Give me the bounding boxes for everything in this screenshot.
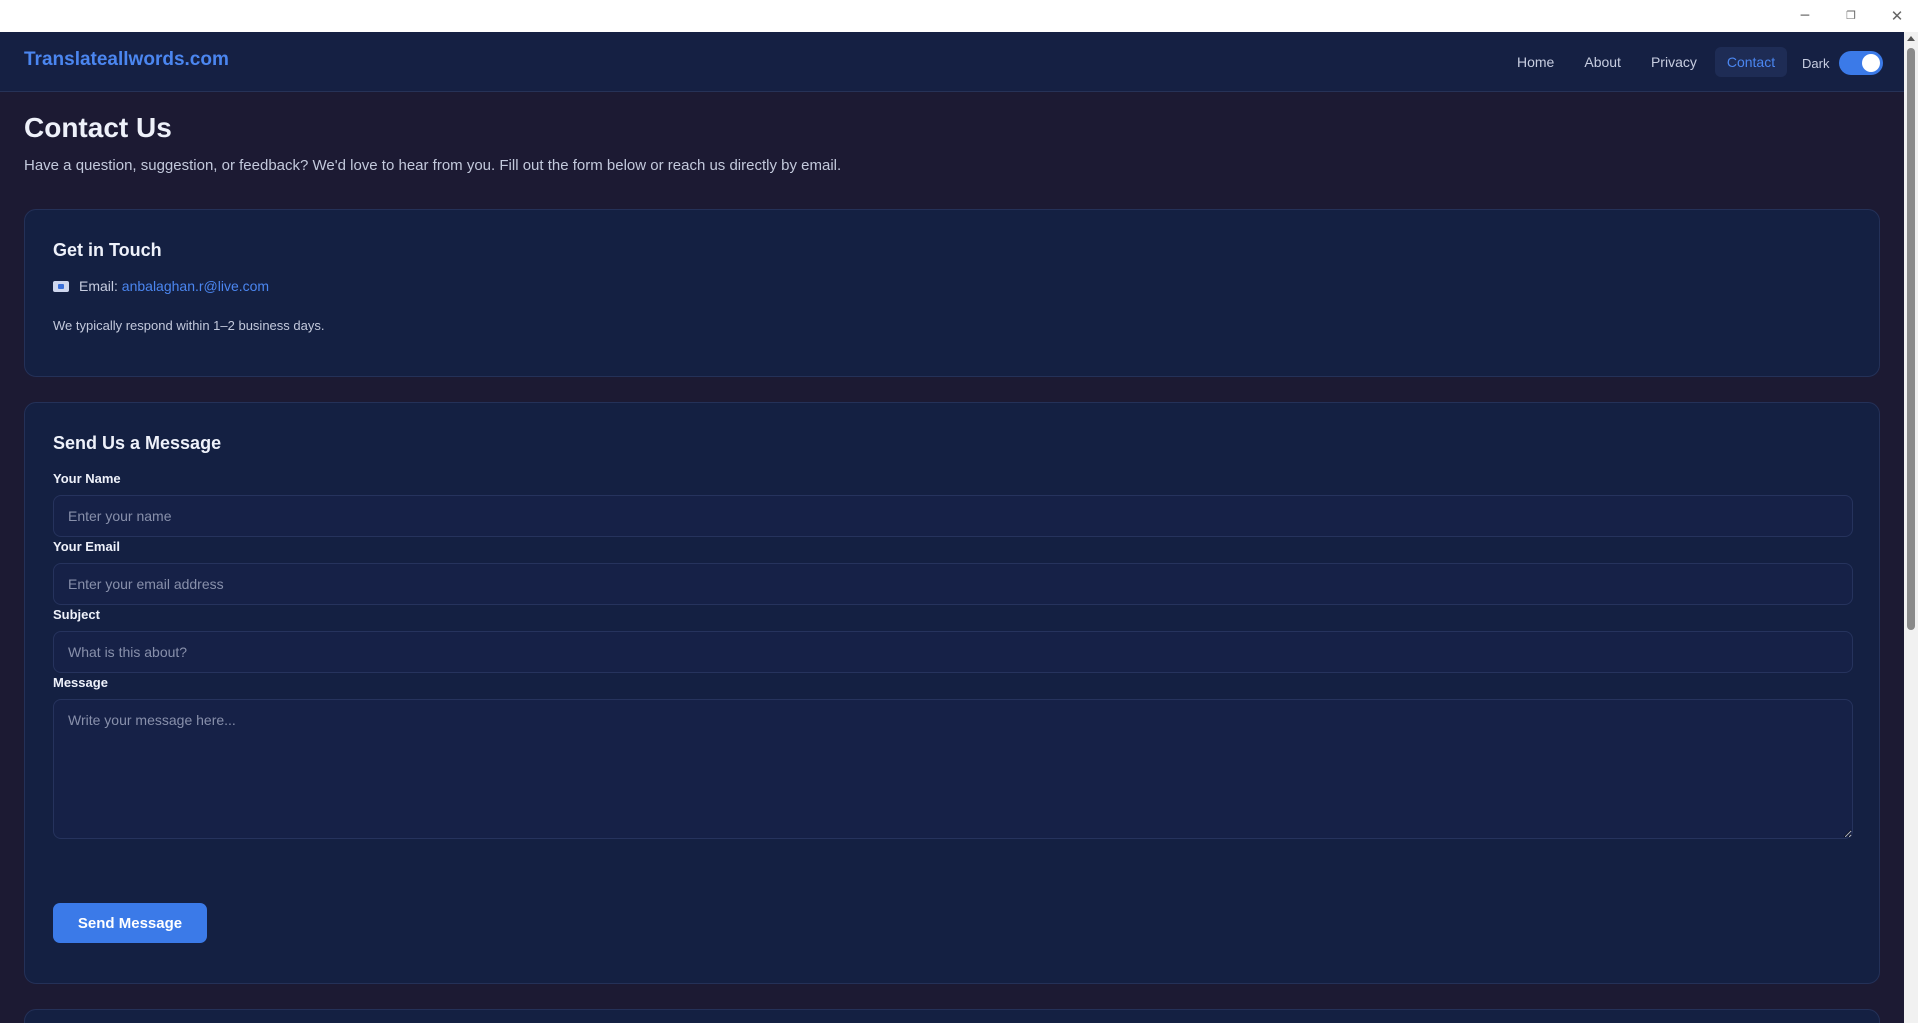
brand-logo-link[interactable]: Translateallwords.com — [24, 49, 229, 71]
theme-toggle: Dark — [1802, 51, 1884, 75]
dark-mode-switch[interactable] — [1839, 51, 1884, 75]
nav-about[interactable]: About — [1572, 47, 1633, 77]
contact-form-card: Send Us a Message Your Name Your Email S… — [24, 402, 1880, 984]
response-time-note: We typically respond within 1–2 business… — [53, 318, 325, 333]
switch-knob — [1862, 54, 1881, 72]
contact-email-row: Email: anbalaghan.r@live.com — [53, 278, 269, 294]
minimize-icon[interactable]: ─ — [1795, 6, 1815, 26]
page-title: Contact Us — [24, 112, 172, 143]
subject-label: Subject — [53, 607, 100, 622]
get-in-touch-title: Get in Touch — [53, 240, 162, 260]
subject-input[interactable] — [53, 631, 1853, 673]
maximize-icon[interactable]: ❐ — [1841, 6, 1861, 26]
next-section-card — [24, 1009, 1880, 1023]
email-input[interactable] — [53, 563, 1853, 605]
window-title-bar: ─ ❐ ✕ — [0, 0, 1918, 32]
form-title: Send Us a Message — [53, 433, 222, 453]
message-textarea[interactable] — [53, 699, 1853, 839]
get-in-touch-card: Get in Touch Email: anbalaghan.r@live.co… — [24, 209, 1880, 377]
name-input[interactable] — [53, 495, 1853, 537]
nav-home[interactable]: Home — [1505, 47, 1566, 77]
page-scrollbar[interactable] — [1904, 32, 1918, 1023]
page-intro: Have a question, suggestion, or feedback… — [24, 157, 842, 174]
email-field-label: Your Email — [53, 539, 120, 554]
nav-contact[interactable]: Contact — [1714, 47, 1788, 77]
scrollbar-thumb[interactable] — [1907, 48, 1915, 630]
contact-email-link[interactable]: anbalaghan.r@live.com — [122, 278, 269, 294]
send-message-button[interactable]: Send Message — [53, 903, 207, 943]
scroll-up-icon[interactable] — [1907, 36, 1915, 41]
main-nav: Home About Privacy Contact — [1505, 46, 1788, 78]
close-icon[interactable]: ✕ — [1887, 6, 1907, 26]
message-label: Message — [53, 675, 108, 690]
site-header: Translateallwords.com Home About Privacy… — [0, 32, 1904, 92]
theme-toggle-label: Dark — [1802, 55, 1830, 71]
nav-privacy[interactable]: Privacy — [1639, 47, 1709, 77]
email-label: Email: — [79, 278, 118, 294]
envelope-icon — [53, 280, 69, 292]
name-label: Your Name — [53, 471, 121, 486]
